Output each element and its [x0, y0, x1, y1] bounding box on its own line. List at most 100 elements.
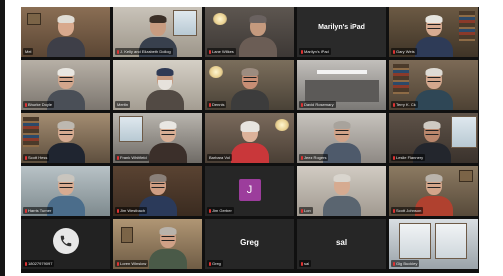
- participant-tile[interactable]: Dennis: [205, 60, 294, 110]
- participant-name: 18027979097: [23, 260, 55, 267]
- participant-tile-active-speaker[interactable]: Barbara Vol: [205, 113, 294, 163]
- bookshelf: [459, 11, 475, 41]
- mic-muted-icon: [117, 156, 119, 160]
- window-edge: [0, 0, 5, 276]
- room-window: [119, 116, 143, 142]
- participant-tile[interactable]: Jeez Rogers: [297, 113, 386, 163]
- participant-video: [148, 121, 188, 163]
- mic-muted-icon: [117, 209, 119, 213]
- participant-tile[interactable]: Lon: [297, 166, 386, 216]
- participant-name: Leslie Flannery: [391, 154, 426, 161]
- participant-name: J. Kelly and Elizabeth Dollog: [115, 48, 173, 55]
- participant-name: Jim Westbach: [115, 207, 148, 214]
- mic-muted-icon: [209, 262, 211, 266]
- mic-muted-icon: [393, 156, 395, 160]
- participant-name: Scott Hess: [23, 154, 50, 161]
- gallery-grid: Mel J. Kelly and Elizabeth Dollog Lane W…: [21, 7, 479, 273]
- participant-name: Gary Weis: [391, 48, 417, 55]
- room-window: [435, 223, 467, 259]
- participant-tile[interactable]: Frank Whitfield: [113, 113, 202, 163]
- participant-tile[interactable]: J. Kelly and Elizabeth Dollog: [113, 7, 202, 57]
- participant-tile[interactable]: Gig Buckley: [389, 219, 478, 269]
- participant-tile[interactable]: Bhurke Doyle: [21, 60, 110, 110]
- participant-video: [46, 15, 86, 57]
- participant-name: Marilyn's iPad: [299, 48, 331, 55]
- participant-video: [230, 121, 270, 163]
- participant-name: Loren Winslow: [115, 260, 149, 267]
- room-window: [399, 223, 431, 259]
- mic-muted-icon: [25, 262, 27, 266]
- participant-tile[interactable]: Marilyn's iPad Marilyn's iPad: [297, 7, 386, 57]
- mic-muted-icon: [301, 209, 303, 213]
- participant-avatar: J: [238, 179, 261, 201]
- participant-tile[interactable]: J Jim Gerber: [205, 166, 294, 216]
- bookshelf: [393, 64, 409, 94]
- participant-video: [145, 68, 185, 110]
- mic-muted-icon: [301, 103, 303, 107]
- participant-name: sal: [299, 260, 312, 267]
- participant-name: Lon: [299, 207, 313, 214]
- mic-muted-icon: [117, 50, 119, 54]
- phone-icon: [52, 228, 79, 254]
- participant-tile[interactable]: Scott Hess: [21, 113, 110, 163]
- participant-tile[interactable]: Lane Wilkes: [205, 7, 294, 57]
- ceiling-light: [317, 70, 367, 74]
- mic-muted-icon: [393, 50, 395, 54]
- lamp: [209, 66, 223, 78]
- participant-name: Jim Gerber: [207, 207, 234, 214]
- mic-muted-icon: [25, 103, 27, 107]
- wall-picture: [27, 13, 41, 25]
- participant-name: Barbara Vol: [207, 154, 232, 161]
- participant-name: Lane Wilkes: [207, 48, 236, 55]
- mic-muted-icon: [301, 50, 303, 54]
- wall-picture: [121, 227, 133, 243]
- participant-tile[interactable]: Mertin: [113, 60, 202, 110]
- participant-name: Gig Buckley: [391, 260, 420, 267]
- mic-muted-icon: [209, 50, 211, 54]
- mic-muted-icon: [393, 103, 395, 107]
- participant-tile[interactable]: David Rosemary: [297, 60, 386, 110]
- mic-muted-icon: [209, 209, 211, 213]
- participant-video: [322, 174, 362, 216]
- zoom-window: Mel J. Kelly and Elizabeth Dollog Lane W…: [0, 0, 503, 276]
- participant-name: Jeez Rogers: [299, 154, 329, 161]
- mic-muted-icon: [209, 103, 211, 107]
- participant-display-name: sal: [335, 238, 348, 247]
- mic-muted-icon: [25, 156, 27, 160]
- participant-name: Terry K. Ck: [391, 101, 418, 108]
- participant-name: Bhurke Doyle: [23, 101, 55, 108]
- mic-muted-icon: [301, 262, 303, 266]
- mic-muted-icon: [301, 156, 303, 160]
- room-furniture: [305, 80, 379, 102]
- lamp: [275, 119, 289, 131]
- participant-name: Scott Johnson: [391, 207, 424, 214]
- participant-tile[interactable]: Loren Winslow: [113, 219, 202, 269]
- participant-video: [230, 68, 270, 110]
- participant-video: [414, 15, 454, 57]
- participant-tile[interactable]: Jim Westbach: [113, 166, 202, 216]
- participant-video: [46, 121, 86, 163]
- participant-tile[interactable]: Terry K. Ck: [389, 60, 478, 110]
- participant-tile[interactable]: Gary Weis: [389, 7, 478, 57]
- lamp: [213, 13, 227, 25]
- participant-tile[interactable]: Greg Greg: [205, 219, 294, 269]
- participant-name: Frank Whitfield: [115, 154, 149, 161]
- mic-muted-icon: [393, 209, 395, 213]
- participant-video: [148, 227, 188, 269]
- bookshelf: [23, 117, 39, 147]
- room-window: [451, 116, 477, 148]
- participant-name: Mertin: [115, 101, 131, 108]
- participant-tile[interactable]: sal sal: [297, 219, 386, 269]
- participant-tile[interactable]: Leslie Flannery: [389, 113, 478, 163]
- participant-tile[interactable]: Harris Turner: [21, 166, 110, 216]
- participant-video: [238, 15, 278, 57]
- mic-muted-icon: [25, 209, 27, 213]
- participant-tile[interactable]: Mel: [21, 7, 110, 57]
- participant-name: Harris Turner: [23, 207, 54, 214]
- participant-tile[interactable]: Scott Johnson: [389, 166, 478, 216]
- mic-muted-icon: [117, 262, 119, 266]
- participant-display-name: Marilyn's iPad: [318, 24, 365, 31]
- participant-name: Mel: [23, 48, 34, 55]
- participant-tile[interactable]: 18027979097: [21, 219, 110, 269]
- participant-name: Dennis: [207, 101, 227, 108]
